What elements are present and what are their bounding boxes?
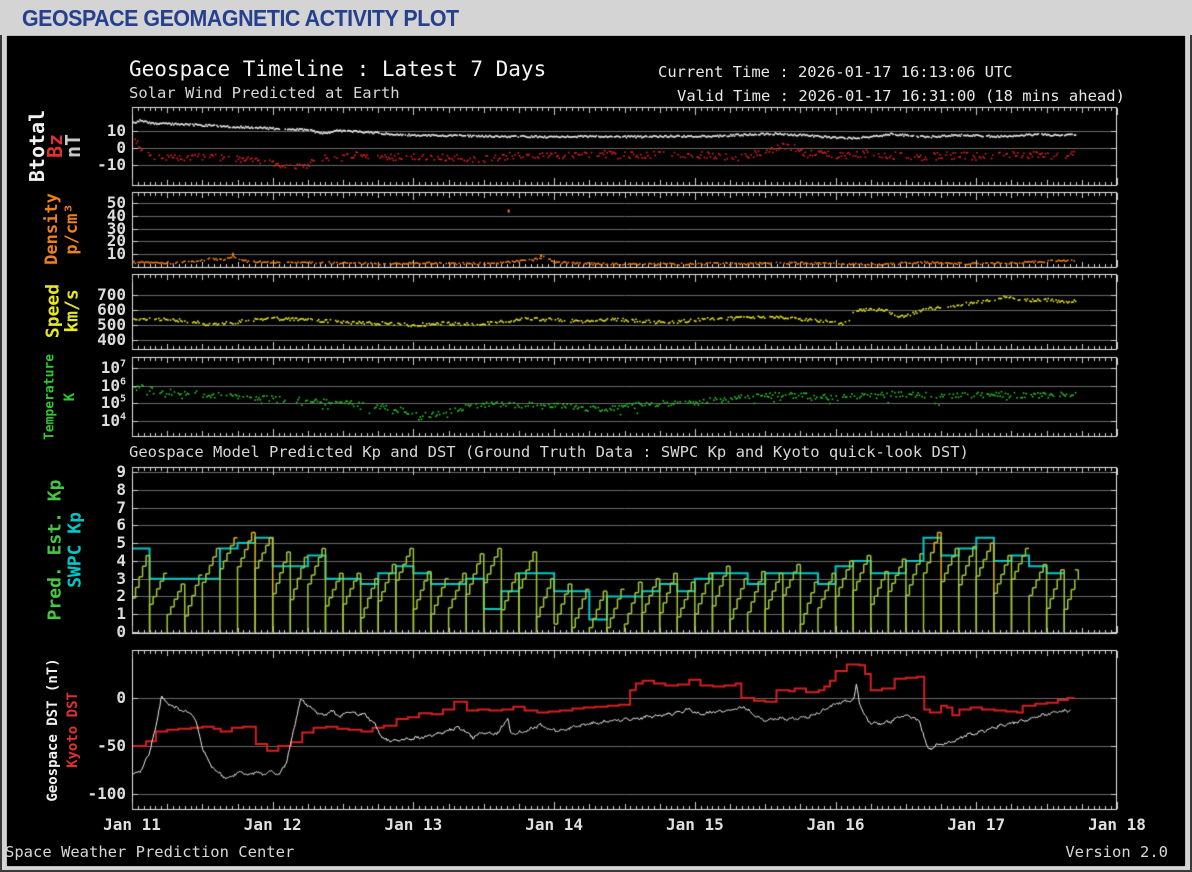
density-unit-label: p/cm³ bbox=[62, 203, 82, 255]
footer-version: Version 2.0 bbox=[1065, 843, 1168, 861]
kp-section-title: Geospace Model Predicted Kp and DST (Gro… bbox=[129, 443, 969, 461]
temperature-unit-label: K bbox=[62, 392, 78, 402]
current-time-label: Current Time : 2026-01-17 16:13:06 UTC bbox=[658, 63, 1013, 81]
nt-unit-label: nT bbox=[61, 133, 85, 159]
kyoto-dst-axis-label: Kyoto DST bbox=[65, 692, 81, 768]
page: GEOSPACE GEOMAGNETIC ACTIVITY PLOT Geosp… bbox=[0, 0, 1192, 872]
speed-axis-label: Speed bbox=[42, 283, 64, 339]
geospace-timeline-canvas bbox=[0, 0, 1192, 872]
temperature-axis-label: Temperature bbox=[42, 353, 58, 441]
swpc-kp-axis-label: SWPC Kp bbox=[64, 512, 86, 588]
geospace-dst-axis-label: Geospace DST (nT) bbox=[45, 658, 61, 802]
speed-unit-label: km/s bbox=[61, 289, 83, 333]
footer-credit: Space Weather Prediction Center bbox=[5, 843, 295, 861]
valid-time-label: Valid Time : 2026-01-17 16:31:00 (18 min… bbox=[677, 87, 1125, 105]
density-axis-label: Density bbox=[42, 193, 62, 265]
solar-wind-subtitle: Solar Wind Predicted at Earth bbox=[129, 84, 400, 102]
main-title: Geospace Timeline : Latest 7 Days bbox=[129, 57, 547, 81]
pred-est-kp-axis-label: Pred. Est. Kp bbox=[44, 479, 66, 621]
